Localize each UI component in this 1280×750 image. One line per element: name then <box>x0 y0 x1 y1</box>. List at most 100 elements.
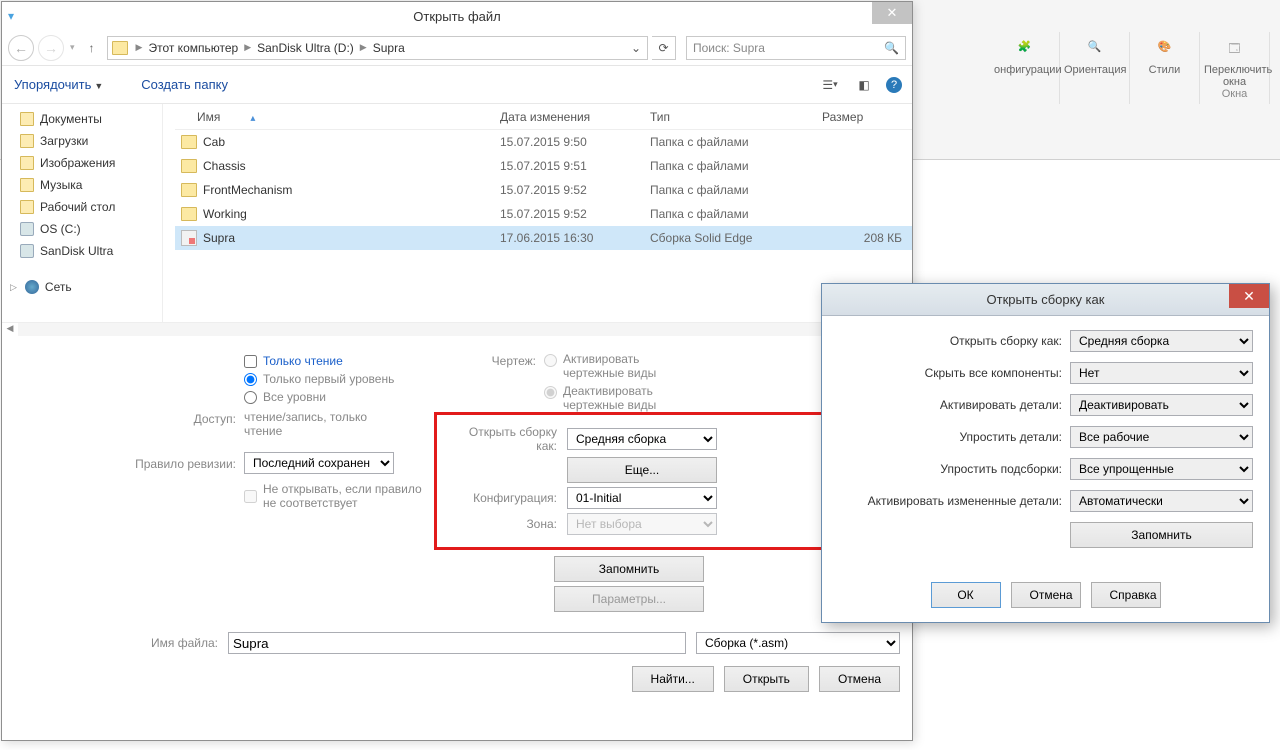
dlg2-title: Открыть сборку как <box>987 292 1105 307</box>
access-label: Доступ: <box>14 410 244 438</box>
cancel-button[interactable]: Отмена <box>819 666 900 692</box>
history-dropdown-icon[interactable]: ▾ <box>70 42 75 53</box>
breadcrumb-dropdown-icon[interactable]: ⌄ <box>625 41 647 55</box>
config-label: Конфигурация: <box>447 491 557 505</box>
scrollbar-track[interactable] <box>18 323 896 336</box>
folder-icon <box>181 207 197 221</box>
search-input[interactable]: Поиск: Supra 🔍 <box>686 36 906 60</box>
dlg2-simplify-parts-label: Упростить детали: <box>838 430 1062 444</box>
tree-item-network[interactable]: ▷Сеть <box>2 276 162 298</box>
organize-button[interactable]: Упорядочить▼ <box>12 73 105 96</box>
scroll-left-icon[interactable]: ◀ <box>2 323 18 336</box>
col-type[interactable]: Тип <box>650 110 822 124</box>
dlg2-cancel-button[interactable]: Отмена <box>1011 582 1081 608</box>
ribbon-label: Переключить окна <box>1204 64 1272 88</box>
file-date: 15.07.2015 9:52 <box>500 207 650 221</box>
ribbon-sublabel: Окна <box>1222 88 1248 100</box>
tree-item-pictures[interactable]: Изображения <box>2 152 162 174</box>
back-button[interactable]: ← <box>8 35 34 61</box>
file-row[interactable]: Supra17.06.2015 16:30Сборка Solid Edge20… <box>175 226 912 250</box>
readonly-checkbox[interactable]: Только чтение <box>244 352 343 370</box>
file-body: Документы Загрузки Изображения Музыка Ра… <box>2 104 912 322</box>
tree-hscroll[interactable]: ◀ ▶ <box>2 322 912 336</box>
orientation-icon: 🔍 <box>1085 40 1105 60</box>
open-as-select[interactable]: Средняя сборка <box>567 428 717 450</box>
open-button[interactable]: Открыть <box>724 666 809 692</box>
firstlevel-radio[interactable]: Только первый уровень <box>244 370 394 388</box>
forward-button[interactable]: → <box>38 35 64 61</box>
tree-item-music[interactable]: Музыка <box>2 174 162 196</box>
breadcrumb-sep-icon: ▶ <box>132 42 147 53</box>
ribbon-tab-windows[interactable]: 🗔Переключить окнаОкна <box>1200 32 1270 104</box>
help-icon[interactable]: ? <box>886 77 902 93</box>
refresh-button[interactable]: ⟳ <box>652 36 676 60</box>
dlg2-open-as-select[interactable]: Средняя сборка <box>1070 330 1253 352</box>
dlg2-ok-button[interactable]: ОК <box>931 582 1001 608</box>
ribbon-tab-styles[interactable]: 🎨 Стили <box>1130 32 1200 104</box>
navigation-row: ← → ▾ ↑ ▶ Этот компьютер ▶ SanDisk Ultra… <box>2 30 912 66</box>
tree-item-documents[interactable]: Документы <box>2 108 162 130</box>
dontopen-checkbox[interactable]: Не открывать, если правило не соответств… <box>244 480 423 512</box>
chevron-down-icon: ▼ <box>94 81 103 91</box>
dlg2-remember-button[interactable]: Запомнить <box>1070 522 1253 548</box>
view-options-button[interactable]: ☰▾ <box>818 75 842 95</box>
dlg2-hide-select[interactable]: Нет <box>1070 362 1253 384</box>
filename-input[interactable] <box>228 632 686 654</box>
config-select[interactable]: 01-Initial <box>567 487 717 509</box>
dlg2-simplify-parts-select[interactable]: Все рабочие <box>1070 426 1253 448</box>
folder-icon <box>181 135 197 149</box>
tree-item-downloads[interactable]: Загрузки <box>2 130 162 152</box>
up-button[interactable]: ↑ <box>81 37 103 59</box>
expand-icon[interactable]: ▷ <box>10 282 17 293</box>
activate-views-radio: Активировать чертежные виды <box>544 352 703 380</box>
new-folder-button[interactable]: Создать папку <box>139 73 230 96</box>
alllevels-radio[interactable]: Все уровни <box>244 388 326 406</box>
col-size[interactable]: Размер <box>822 110 902 124</box>
dlg2-close-button[interactable]: ✕ <box>1229 284 1269 308</box>
open-as-label: Открыть сборку как: <box>447 425 557 453</box>
dlg2-activate-parts-select[interactable]: Деактивировать <box>1070 394 1253 416</box>
breadcrumb-item[interactable]: Этот компьютер <box>148 41 238 55</box>
col-name[interactable]: Имя▴ <box>175 110 500 124</box>
file-type: Папка с файлами <box>650 183 822 197</box>
file-row[interactable]: Working 15.07.2015 9:52Папка с файлами <box>175 202 912 226</box>
styles-icon: 🎨 <box>1155 40 1175 60</box>
tree-item-desktop[interactable]: Рабочий стол <box>2 196 162 218</box>
filetype-select[interactable]: Сборка (*.asm) <box>696 632 900 654</box>
file-row[interactable]: Cab15.07.2015 9:50Папка с файлами <box>175 130 912 154</box>
folder-icon <box>20 134 34 148</box>
tree-item-c-drive[interactable]: OS (C:) <box>2 218 162 240</box>
ribbon-tab-orientation[interactable]: 🔍Ориентация <box>1060 32 1130 104</box>
col-date[interactable]: Дата изменения <box>500 110 650 124</box>
filename-row: Имя файла: Сборка (*.asm) <box>2 624 912 658</box>
column-headers[interactable]: Имя▴ Дата изменения Тип Размер <box>175 104 912 130</box>
folder-tree[interactable]: Документы Загрузки Изображения Музыка Ра… <box>2 104 163 322</box>
more-button[interactable]: Еще... <box>567 457 717 483</box>
revision-select[interactable]: Последний сохранен <box>244 452 394 474</box>
assembly-icon <box>181 230 197 246</box>
ribbon-label: Стили <box>1149 64 1181 76</box>
dlg2-simplify-subs-select[interactable]: Все упрощенные <box>1070 458 1253 480</box>
drive-icon <box>20 244 34 258</box>
app-icon: ▾ <box>8 9 14 23</box>
dlg2-open-as-label: Открыть сборку как: <box>838 334 1062 348</box>
breadcrumb-item[interactable]: Supra <box>373 41 405 55</box>
breadcrumb[interactable]: ▶ Этот компьютер ▶ SanDisk Ultra (D:) ▶ … <box>107 36 648 60</box>
preview-pane-button[interactable]: ◧ <box>852 75 876 95</box>
file-date: 15.07.2015 9:52 <box>500 183 650 197</box>
remember-button[interactable]: Запомнить <box>554 556 704 582</box>
dlg2-activate-changed-select[interactable]: Автоматически <box>1070 490 1253 512</box>
close-button[interactable]: ✕ <box>872 2 912 24</box>
file-row[interactable]: FrontMechanism15.07.2015 9:52Папка с фай… <box>175 178 912 202</box>
file-type: Папка с файлами <box>650 207 822 221</box>
ribbon-tab-configs[interactable]: 🧩онфигурации <box>990 32 1060 104</box>
folder-icon <box>20 178 34 192</box>
file-row[interactable]: Chassis15.07.2015 9:51Папка с файлами <box>175 154 912 178</box>
file-name: Working <box>203 207 247 221</box>
dlg2-help-button[interactable]: Справка <box>1091 582 1161 608</box>
dlg2-simplify-subs-label: Упростить подсборки: <box>838 462 1062 476</box>
open-assembly-as-dialog: Открыть сборку как ✕ Открыть сборку как:… <box>821 283 1270 623</box>
tree-item-d-drive[interactable]: SanDisk Ultra <box>2 240 162 262</box>
breadcrumb-item[interactable]: SanDisk Ultra (D:) <box>257 41 354 55</box>
find-button[interactable]: Найти... <box>632 666 714 692</box>
